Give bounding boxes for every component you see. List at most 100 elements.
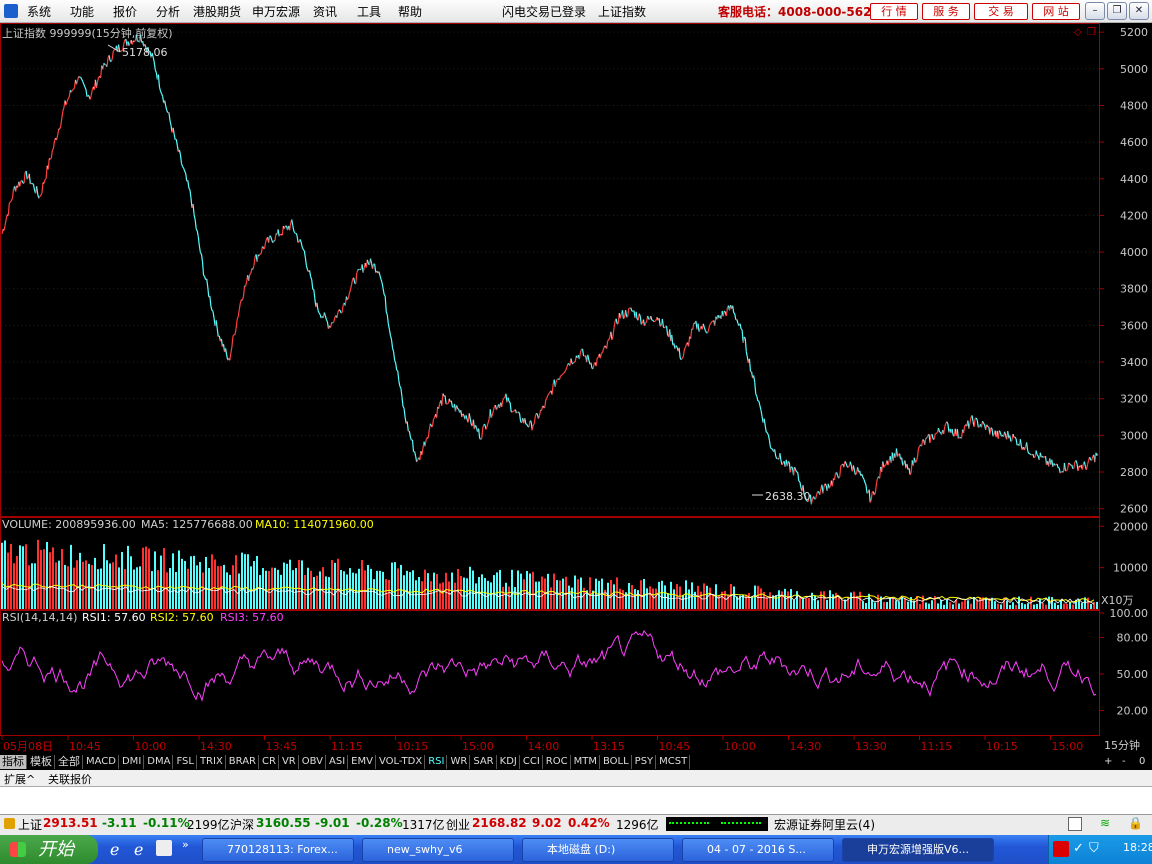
indicator-tab-全部[interactable]: 全部: [56, 755, 83, 769]
price-segment: [1003, 431, 1007, 436]
indicator-tab-rsi[interactable]: RSI: [426, 755, 448, 769]
reset-button[interactable]: 0: [1137, 755, 1147, 769]
service-button[interactable]: 服 务: [922, 3, 970, 20]
price-segment: [7, 202, 10, 216]
task-browser[interactable]: 04 - 07 - 2016 S...: [682, 838, 834, 862]
price-segment: [384, 296, 387, 312]
window-icon[interactable]: ❐: [1087, 27, 1096, 38]
hs-change: -9.01: [315, 816, 350, 830]
indicator-tab-dmi[interactable]: DMI: [120, 755, 145, 769]
price-segment: [812, 496, 816, 500]
price-segment: [544, 399, 547, 408]
indicator-tab-boll[interactable]: BOLL: [601, 755, 632, 769]
high-annotation: 5178.06: [122, 46, 168, 59]
price-segment: [270, 236, 273, 241]
menu-item-tools[interactable]: 工具: [357, 3, 381, 20]
price-segment: [244, 281, 248, 287]
trade-button[interactable]: 交 易: [974, 3, 1028, 20]
menu-item-quote[interactable]: 报价: [113, 3, 137, 20]
close-icon[interactable]: ✕: [1129, 2, 1149, 20]
lock-icon[interactable]: 🔒: [1128, 816, 1143, 830]
task-forex[interactable]: 770128113: Forex...: [202, 838, 354, 862]
price-segment: [654, 319, 657, 322]
menu-item-help[interactable]: 帮助: [398, 3, 422, 20]
price-segment: [72, 87, 75, 91]
expand-tab[interactable]: 扩展^: [4, 771, 35, 787]
indicator-tab-vol-tdx[interactable]: VOL-TDX: [377, 755, 426, 769]
price-segment: [112, 49, 115, 52]
indicator-tab-vr[interactable]: VR: [280, 755, 299, 769]
indicator-tab-sar[interactable]: SAR: [471, 755, 497, 769]
price-segment: [421, 448, 424, 456]
indicator-tab-brar[interactable]: BRAR: [227, 755, 259, 769]
indicator-tab-trix[interactable]: TRIX: [198, 755, 226, 769]
indicator-tab-macd[interactable]: MACD: [84, 755, 119, 769]
indicator-tab-fsl[interactable]: FSL: [174, 755, 197, 769]
period-label[interactable]: 15分钟: [1104, 737, 1140, 753]
indicator-tab-指标[interactable]: 指标: [0, 755, 27, 769]
task-local-disk[interactable]: 本地磁盘 (D:): [522, 838, 674, 862]
minimize-icon[interactable]: –: [1085, 2, 1105, 20]
price-segment: [173, 134, 176, 140]
ie-icon[interactable]: ℯ: [110, 840, 119, 859]
indicator-tab-cci[interactable]: CCI: [521, 755, 543, 769]
indicator-tab-mcst[interactable]: MCST: [657, 755, 691, 769]
flag-icon[interactable]: [1053, 841, 1069, 857]
indicator-tab-wr[interactable]: WR: [448, 755, 471, 769]
wifi-icon[interactable]: ≋: [1100, 816, 1110, 830]
menu-item-news[interactable]: 资讯: [313, 3, 337, 20]
menu-item-swhy[interactable]: 申万宏源: [252, 3, 300, 20]
volume-tick-label: 10000: [1113, 562, 1148, 575]
indicator-tab-emv[interactable]: EMV: [349, 755, 376, 769]
desktop-icon[interactable]: [156, 840, 172, 856]
menu-item-system[interactable]: 系统: [27, 3, 51, 20]
price-segment: [478, 428, 481, 439]
note-icon[interactable]: [1068, 817, 1082, 831]
price-segment: [399, 386, 402, 389]
zoom-out-button[interactable]: -: [1120, 755, 1128, 769]
price-segment: [511, 410, 514, 413]
indicator-tab-asi[interactable]: ASI: [327, 755, 349, 769]
indicator-tab-模板[interactable]: 模板: [28, 755, 55, 769]
market-button[interactable]: 行 情: [870, 3, 918, 20]
price-segment: [562, 372, 564, 375]
price-segment: [242, 286, 246, 297]
price-segment: [482, 424, 485, 429]
task-new-swhy[interactable]: new_swhy_v6: [362, 838, 514, 862]
price-segment: [235, 319, 238, 329]
price-segment: [296, 235, 299, 243]
zoom-in-button[interactable]: +: [1102, 755, 1114, 769]
price-segment: [400, 388, 403, 397]
indicator-tab-dma[interactable]: DMA: [145, 755, 174, 769]
diamond-icon[interactable]: ◇: [1074, 27, 1082, 38]
chart-canvas[interactable]: 5200 5000 4800 4600 4400 4200 4000 3800 3600 3400…: [0, 23, 1152, 753]
menu-item-hk-futures[interactable]: 港股期货: [193, 3, 241, 20]
indicator-tab-cr[interactable]: CR: [260, 755, 279, 769]
menu-item-function[interactable]: 功能: [70, 3, 94, 20]
price-segment: [997, 430, 1000, 439]
indicator-tab-kdj[interactable]: KDJ: [498, 755, 520, 769]
website-button[interactable]: 网 站: [1032, 3, 1080, 20]
price-segment: [687, 336, 691, 347]
chevron-right-icon[interactable]: »: [182, 838, 189, 851]
shield-icon[interactable]: ⛉: [1089, 841, 1099, 856]
price-segment: [606, 340, 609, 349]
ie-icon-2[interactable]: ℯ: [134, 840, 143, 859]
start-button[interactable]: 开始: [0, 835, 98, 864]
price-segment: [831, 478, 835, 487]
price-segment: [369, 258, 373, 264]
indicator-tab-psy[interactable]: PSY: [633, 755, 657, 769]
price-segment: [269, 235, 272, 238]
related-quote-tab[interactable]: 关联报价: [48, 771, 92, 787]
indicator-tab-roc[interactable]: ROC: [544, 755, 571, 769]
task-swhy-active[interactable]: 申万宏源增强版V6...: [842, 838, 994, 862]
check-icon[interactable]: ✓: [1073, 841, 1084, 856]
indicator-tab-obv[interactable]: OBV: [300, 755, 326, 769]
indicator-tab-mtm[interactable]: MTM: [572, 755, 600, 769]
price-tick-label: 4400: [1120, 173, 1148, 186]
price-segment: [732, 305, 735, 313]
signal-meter: [666, 817, 768, 831]
restore-icon[interactable]: ❐: [1107, 2, 1127, 20]
price-segment: [108, 55, 111, 61]
menu-item-analysis[interactable]: 分析: [156, 3, 180, 20]
